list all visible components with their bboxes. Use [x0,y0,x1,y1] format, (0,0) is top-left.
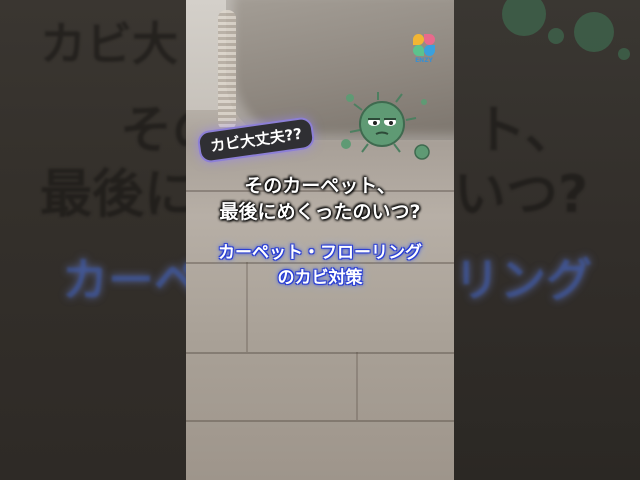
floor-plank-seam [356,352,358,420]
carpet-floor-photo [186,0,454,480]
logo-petal [413,34,424,45]
ghost-subhead: カーペ [62,253,186,307]
ghost-headline-2-right: いつ? [454,165,589,225]
ghost-tag-text: カビ大 [40,17,178,71]
logo-petal [424,34,435,45]
video-frame: カビ大 その 最後に カーペ ト、 いつ? リング ENZY [0,0,640,480]
floor-plank-line [186,420,454,422]
blurred-background-right: ト、 いつ? リング [454,0,640,480]
carpet-fringe [218,10,236,130]
blurred-background-left: カビ大 その 最後に カーペ [0,0,186,480]
headline-line-1: そのカーペット、 [244,175,396,197]
headline-line-2: 最後にめくったのいつ? [219,201,421,223]
logo-petal [413,45,424,56]
blurred-germ-icon [502,0,630,60]
ghost-subhead-right: リング [454,253,592,307]
subhead-line-2: のカビ対策 [277,268,363,288]
ghost-headline-2: 最後に [40,165,186,225]
brand-logo: ENZY [408,32,440,68]
logo-text: ENZY [415,57,433,64]
floor-plank-line [186,352,454,354]
logo-petal [424,45,435,56]
subhead-line-1: カーペット・フローリング [218,243,422,263]
mold-germ-icon [341,92,430,160]
